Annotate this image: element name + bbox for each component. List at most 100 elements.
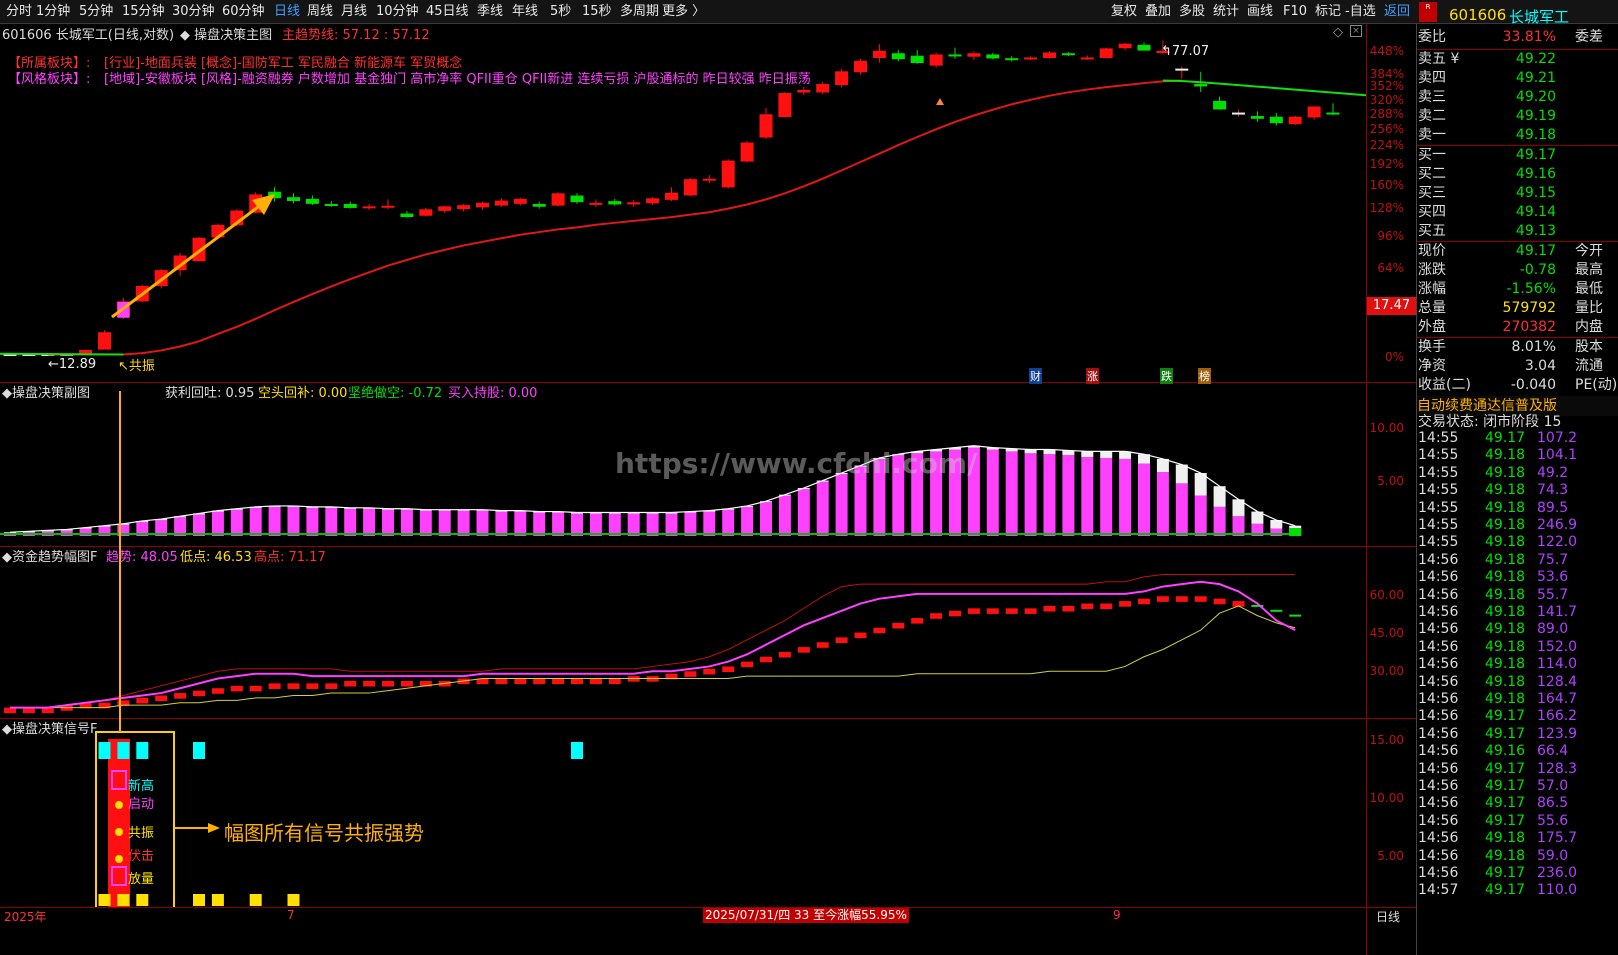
sub1-bar — [778, 495, 791, 536]
signal-yellow — [249, 894, 262, 906]
sub2-bar — [967, 608, 980, 614]
period-5sec[interactable]: 5秒 — [550, 0, 571, 24]
sub1-bar — [1043, 454, 1056, 536]
sub1-name[interactable]: ◆操盘决策副图 — [2, 382, 90, 401]
axis-divider[interactable] — [1366, 24, 1367, 955]
multi-stock-button[interactable]: 多股 — [1179, 0, 1205, 24]
sub1-bar — [400, 509, 413, 536]
quote-extra: 今开 — [1575, 243, 1603, 259]
sub2-bar — [306, 683, 319, 689]
main-indicator-name[interactable]: ◆ 操盘决策主图 — [180, 24, 272, 43]
signal-yellow — [98, 894, 111, 906]
quote-value: 3.04 — [1524, 358, 1556, 374]
mark-button[interactable]: 标记 — [1315, 0, 1341, 24]
candle-body — [1005, 58, 1019, 61]
overlay-button[interactable]: 叠加 — [1145, 0, 1171, 24]
tick-volume: 236.0 — [1537, 865, 1578, 881]
candle-body — [608, 201, 622, 205]
tick-volume: 53.6 — [1537, 569, 1569, 586]
period-monthly[interactable]: 月线 — [341, 0, 367, 24]
tick-row: 14:55 49.18 104.1 — [1417, 447, 1618, 464]
event-tag-rise[interactable]: 涨 — [1086, 368, 1099, 384]
draw-button[interactable]: 画线 — [1247, 0, 1273, 24]
tick-volume: 104.1 — [1537, 447, 1578, 464]
pct-tick: 128% — [1369, 201, 1404, 215]
sub2-bar — [174, 693, 187, 699]
period-multi[interactable]: 多周期 — [620, 0, 659, 24]
tick-price: 49.16 — [1485, 743, 1526, 760]
event-tag-finance[interactable]: 财 — [1029, 368, 1042, 384]
period-45day[interactable]: 45日线 — [426, 0, 469, 24]
quote-label: 现价 — [1418, 243, 1446, 259]
watchlist-button[interactable]: -自选 — [1345, 0, 1376, 24]
bid-label: 买四 — [1418, 204, 1446, 220]
trend-line-start — [0, 352, 124, 356]
quote-row: 涨幅 -1.56% 最低 — [1417, 280, 1618, 299]
signal-legend-new-high: 新高 — [128, 779, 155, 794]
bid-price: 49.17 — [1515, 147, 1556, 163]
sub2-name-label: 资金趋势幅图F — [12, 550, 98, 565]
candle-body — [1118, 43, 1132, 49]
tick-time: 14:56 — [1418, 569, 1459, 586]
event-tag-list[interactable]: 榜 — [1198, 368, 1211, 384]
candle-body — [305, 198, 319, 204]
sub2-bar — [1024, 608, 1037, 614]
sub1-tick: 10.00 — [1369, 421, 1404, 435]
tick-row: 14:55 49.18 122.0 — [1417, 534, 1618, 551]
sub3-name[interactable]: ◆操盘决策信号F — [2, 718, 97, 737]
candle-body — [476, 202, 489, 208]
period-30min[interactable]: 30分钟 — [172, 0, 215, 24]
period-15min[interactable]: 15分钟 — [122, 0, 165, 24]
sub1-bar — [230, 509, 243, 536]
period-more[interactable]: 更多 〉 — [662, 0, 705, 24]
period-weekly[interactable]: 周线 — [307, 0, 333, 24]
axis-period[interactable]: 日线 — [1376, 908, 1400, 925]
candle-body — [532, 204, 546, 207]
close-icon[interactable]: × — [1350, 25, 1362, 37]
sub2-bar — [911, 618, 924, 624]
tick-price: 49.18 — [1485, 534, 1526, 551]
quote-extra: 股本 — [1575, 339, 1603, 355]
period-1m-intraday[interactable]: 分时 — [6, 0, 32, 24]
period-1min[interactable]: 1分钟 — [36, 0, 70, 24]
chart-title: 601606 长城军工(日线,对数) — [2, 28, 175, 43]
period-year[interactable]: 年线 — [512, 0, 538, 24]
tick-time: 14:56 — [1418, 656, 1459, 673]
ask-label: 卖一 — [1418, 127, 1446, 143]
sub2-bar — [760, 656, 772, 663]
tick-volume: 55.7 — [1537, 586, 1569, 603]
pct-tick: 192% — [1369, 157, 1404, 171]
adjust-button[interactable]: 复权 — [1111, 0, 1137, 24]
tick-time: 14:56 — [1418, 760, 1459, 777]
period-quarter[interactable]: 季线 — [477, 0, 503, 24]
diamond-toggle-icon[interactable]: ◇ — [1333, 25, 1343, 40]
sub2-bar — [608, 678, 621, 685]
sub1-bar — [268, 506, 281, 536]
sub2-bar — [1062, 605, 1075, 612]
sub1-bar — [1100, 457, 1113, 536]
ask-price: 49.20 — [1515, 89, 1556, 105]
period-daily[interactable]: 日线 — [274, 0, 300, 24]
tick-list[interactable]: 14:55 49.17 107.2 14:55 49.18 104.1 14:55 49.18… — [1417, 430, 1618, 934]
stats-button[interactable]: 统计 — [1213, 0, 1239, 24]
sub2-chart[interactable] — [0, 547, 1366, 718]
sub3-chart[interactable] — [0, 719, 1366, 907]
period-60min[interactable]: 60分钟 — [222, 0, 265, 24]
ask-label: 卖二 — [1418, 108, 1446, 124]
event-tag-fall[interactable]: 跌 — [1160, 368, 1173, 384]
period-15sec[interactable]: 15秒 — [582, 0, 612, 24]
period-10min[interactable]: 10分钟 — [376, 0, 419, 24]
tick-row: 14:55 49.18 89.5 — [1417, 500, 1618, 517]
f10-button[interactable]: F10 — [1283, 0, 1307, 24]
tick-volume: 166.2 — [1537, 708, 1578, 725]
period-5min[interactable]: 5分钟 — [79, 0, 113, 24]
sub2-tick: 30.00 — [1369, 664, 1404, 678]
candle-body — [1232, 112, 1245, 115]
sub1-tick: 5.00 — [1377, 474, 1404, 488]
back-button[interactable]: 返回 — [1384, 0, 1410, 24]
signal-yellow — [117, 894, 130, 906]
diamond-icon: ◆ — [2, 386, 12, 401]
diamond-icon: ◆ — [2, 722, 12, 737]
sub2-name[interactable]: ◆资金趋势幅图F — [2, 546, 97, 565]
quote-label: 外盘 — [1418, 319, 1446, 335]
